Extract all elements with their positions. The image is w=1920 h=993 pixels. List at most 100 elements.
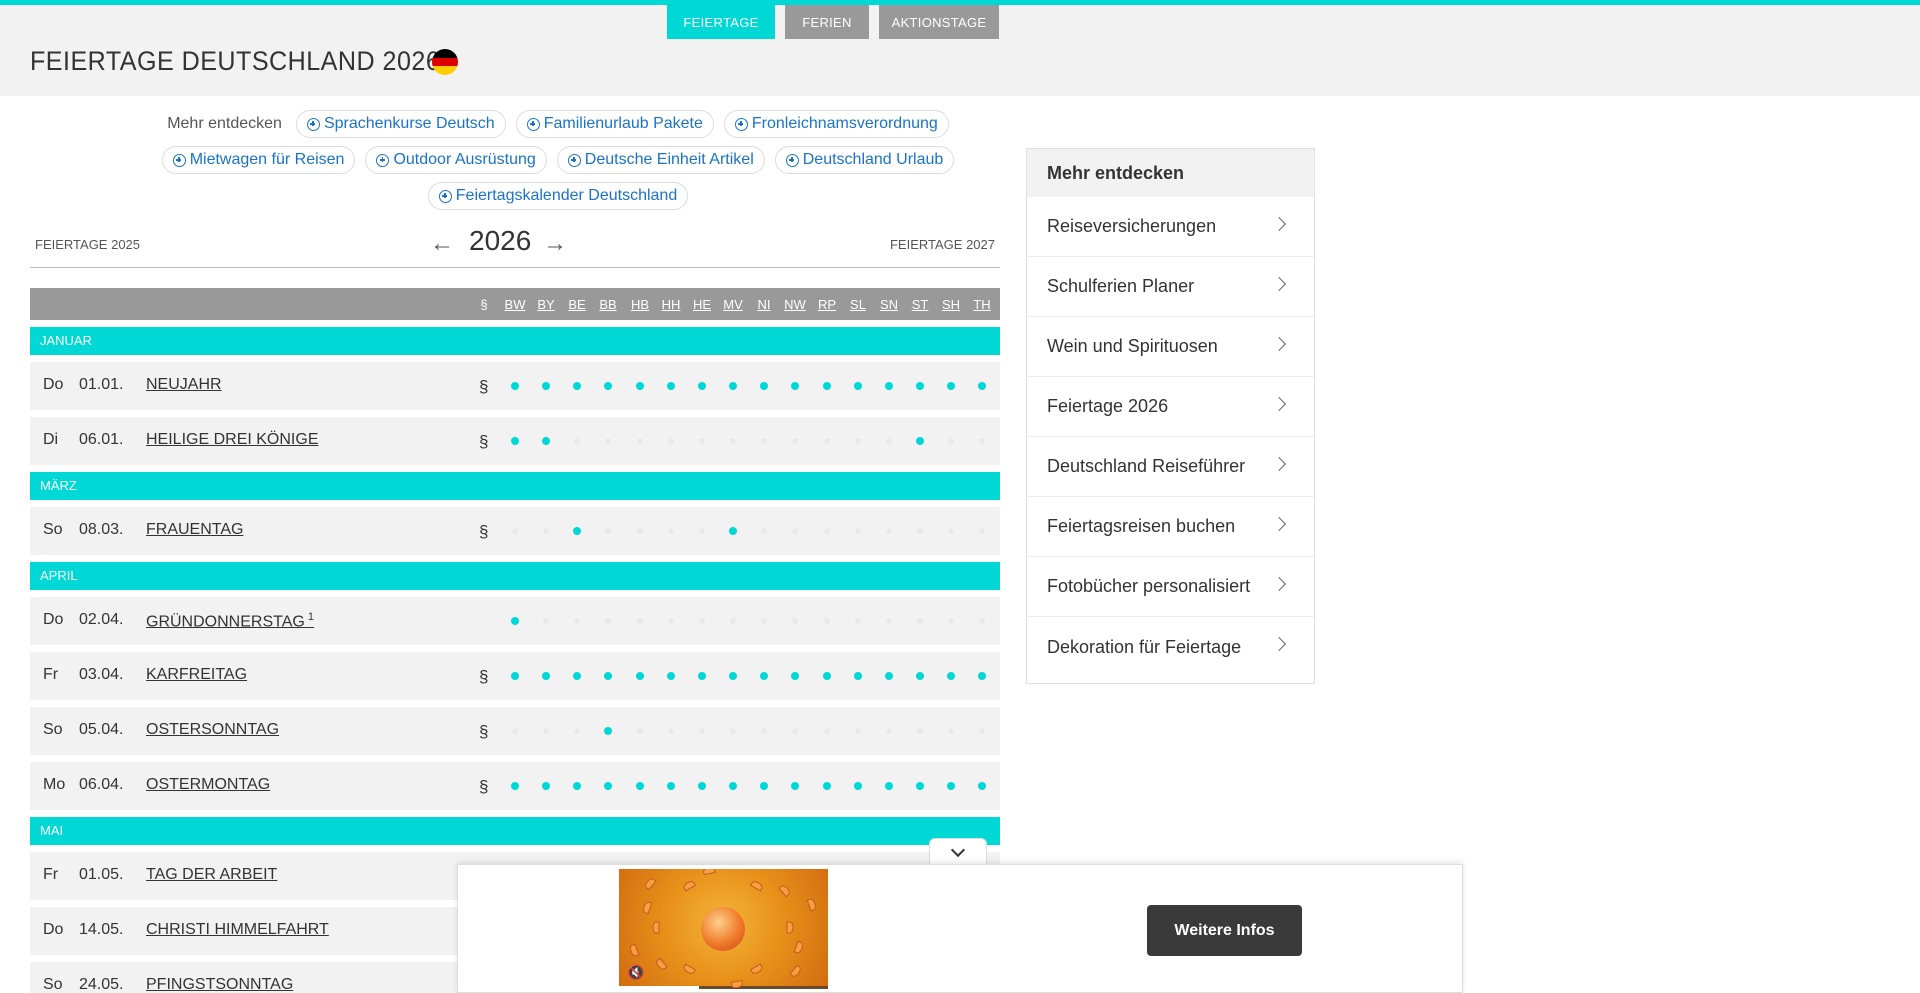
prev-year-link[interactable]: FEIERTAGE 2025 [35, 237, 140, 252]
footnote-marker[interactable]: 1 [305, 611, 314, 623]
state-dot-sn [886, 618, 892, 624]
row-weekday: So [43, 721, 63, 738]
holiday-name-link[interactable]: PFINGSTSONNTAG [146, 976, 293, 993]
state-dot-he [698, 782, 706, 790]
column-header-bb[interactable]: BB [599, 297, 616, 312]
chip-outdoor[interactable]: Outdoor Ausrüstung [365, 146, 547, 174]
column-header-by[interactable]: BY [537, 297, 554, 312]
section-tabs: FEIERTAGE FERIEN AKTIONSTAGE [667, 5, 999, 39]
state-dot-hb [636, 672, 644, 680]
column-header-rp[interactable]: RP [818, 297, 836, 312]
plus-circle-icon [785, 153, 799, 167]
ad-more-info-button[interactable]: Weitere Infos [1147, 905, 1302, 956]
holiday-name: OSTERMONTAG [146, 776, 271, 793]
sidebar-item-schulferien[interactable]: Schulferien Planer [1027, 257, 1314, 317]
row-date: 02.04. [79, 611, 124, 628]
holiday-name-link[interactable]: OSTERMONTAG [146, 776, 270, 794]
state-dot-sn [886, 438, 892, 444]
chevron-right-icon [1271, 276, 1287, 292]
column-header-sn[interactable]: SN [880, 297, 898, 312]
sidebar-item-reiseversicherungen[interactable]: Reiseversicherungen [1027, 197, 1314, 257]
state-dot-be [573, 382, 581, 390]
next-year-link[interactable]: FEIERTAGE 2027 [890, 237, 995, 252]
holiday-name-link[interactable]: FRAUENTAG [146, 521, 243, 539]
column-header-ni[interactable]: NI [758, 297, 771, 312]
holiday-name-link[interactable]: CHRISTI HIMMELFAHRT [146, 921, 329, 939]
tab-feiertage[interactable]: FEIERTAGE [667, 5, 775, 39]
law-paragraph-icon[interactable]: § [479, 722, 488, 742]
row-weekday: So [43, 521, 63, 538]
state-dot-sh [947, 382, 955, 390]
state-dot-bb [604, 782, 612, 790]
chip-deutschland-urlaub[interactable]: Deutschland Urlaub [774, 146, 955, 174]
state-dot-hh [668, 528, 674, 534]
column-header-hb[interactable]: HB [631, 297, 649, 312]
state-dot-bw [512, 728, 518, 734]
state-dot-th [979, 438, 985, 444]
state-dot-he [699, 728, 705, 734]
column-header-bw[interactable]: BW [505, 297, 526, 312]
sidebar-item-wein[interactable]: Wein und Spirituosen [1027, 317, 1314, 377]
table-row: So 05.04. OSTERSONNTAG § [30, 707, 1000, 755]
ad-video[interactable]: 🔇 [619, 869, 828, 989]
state-dot-nw [792, 438, 798, 444]
tab-ferien[interactable]: FERIEN [785, 5, 869, 39]
ad-collapse-button[interactable] [929, 838, 987, 866]
column-header-nw[interactable]: NW [784, 297, 806, 312]
column-header-he[interactable]: HE [693, 297, 711, 312]
sidebar-item-fotobuecher[interactable]: Fotobücher personalisiert [1027, 557, 1314, 617]
ad-orange-slice [641, 900, 653, 915]
column-header-hh[interactable]: HH [662, 297, 681, 312]
sidebar-item-reisefuehrer[interactable]: Deutschland Reiseführer [1027, 437, 1314, 497]
law-paragraph-icon[interactable]: § [479, 522, 488, 542]
sidebar-item-dekoration[interactable]: Dekoration für Feiertage [1027, 617, 1314, 677]
chevron-right-icon [1271, 636, 1287, 652]
state-dot-by [543, 528, 549, 534]
row-weekday: So [43, 976, 63, 993]
state-dot-bb [605, 618, 611, 624]
plus-circle-icon [526, 117, 540, 131]
holiday-name-link[interactable]: HEILIGE DREI KÖNIGE [146, 431, 318, 449]
holiday-name-link[interactable]: TAG DER ARBEIT [146, 866, 277, 884]
holiday-name-link[interactable]: GRÜNDONNERSTAG 1 [146, 611, 314, 631]
column-header-sh[interactable]: SH [942, 297, 960, 312]
chip-sprachenkurse[interactable]: Sprachenkurse Deutsch [295, 110, 506, 138]
holiday-name-link[interactable]: KARFREITAG [146, 666, 247, 684]
chip-fronleichnam[interactable]: Fronleichnamsverordnung [723, 110, 949, 138]
state-dot-rp [824, 728, 830, 734]
tab-aktionstage[interactable]: AKTIONSTAGE [879, 5, 999, 39]
state-dot-mv [730, 728, 736, 734]
state-dot-th [978, 672, 986, 680]
column-header-be[interactable]: BE [568, 297, 585, 312]
law-paragraph-icon[interactable]: § [479, 432, 488, 452]
sidebar-item-feiertagsreisen[interactable]: Feiertagsreisen buchen [1027, 497, 1314, 557]
speaker-muted-icon[interactable]: 🔇 [627, 964, 644, 981]
arrow-left-icon[interactable]: ← [430, 230, 454, 258]
state-dot-be [573, 672, 581, 680]
state-dot-hb [637, 728, 643, 734]
chip-feiertagskalender[interactable]: Feiertagskalender Deutschland [427, 182, 689, 210]
chip-deutsche-einheit[interactable]: Deutsche Einheit Artikel [556, 146, 765, 174]
state-dot-by [542, 672, 550, 680]
arrow-right-icon[interactable]: → [543, 230, 567, 258]
column-header-sl[interactable]: SL [850, 297, 866, 312]
holiday-name-link[interactable]: OSTERSONNTAG [146, 721, 279, 739]
law-paragraph-icon[interactable]: § [479, 667, 488, 687]
chip-mietwagen[interactable]: Mietwagen für Reisen [161, 146, 356, 174]
row-weekday: Do [43, 921, 64, 938]
sidebar-item-feiertage[interactable]: Feiertage 2026 [1027, 377, 1314, 437]
state-dot-hb [636, 382, 644, 390]
law-paragraph-icon[interactable]: § [479, 777, 488, 797]
state-dot-by [543, 618, 549, 624]
row-date: 06.01. [79, 431, 124, 448]
law-paragraph-icon[interactable]: § [479, 377, 488, 397]
state-dot-bb [605, 528, 611, 534]
page-title: FEIERTAGE DEUTSCHLAND 2026 [30, 46, 441, 76]
row-weekday: Fr [43, 666, 59, 683]
chip-familienurlaub[interactable]: Familienurlaub Pakete [515, 110, 714, 138]
column-header-th[interactable]: TH [973, 297, 990, 312]
column-header-mv[interactable]: MV [723, 297, 743, 312]
holiday-name-link[interactable]: NEUJAHR [146, 376, 222, 394]
state-dot-sn [886, 728, 892, 734]
column-header-st[interactable]: ST [912, 297, 929, 312]
